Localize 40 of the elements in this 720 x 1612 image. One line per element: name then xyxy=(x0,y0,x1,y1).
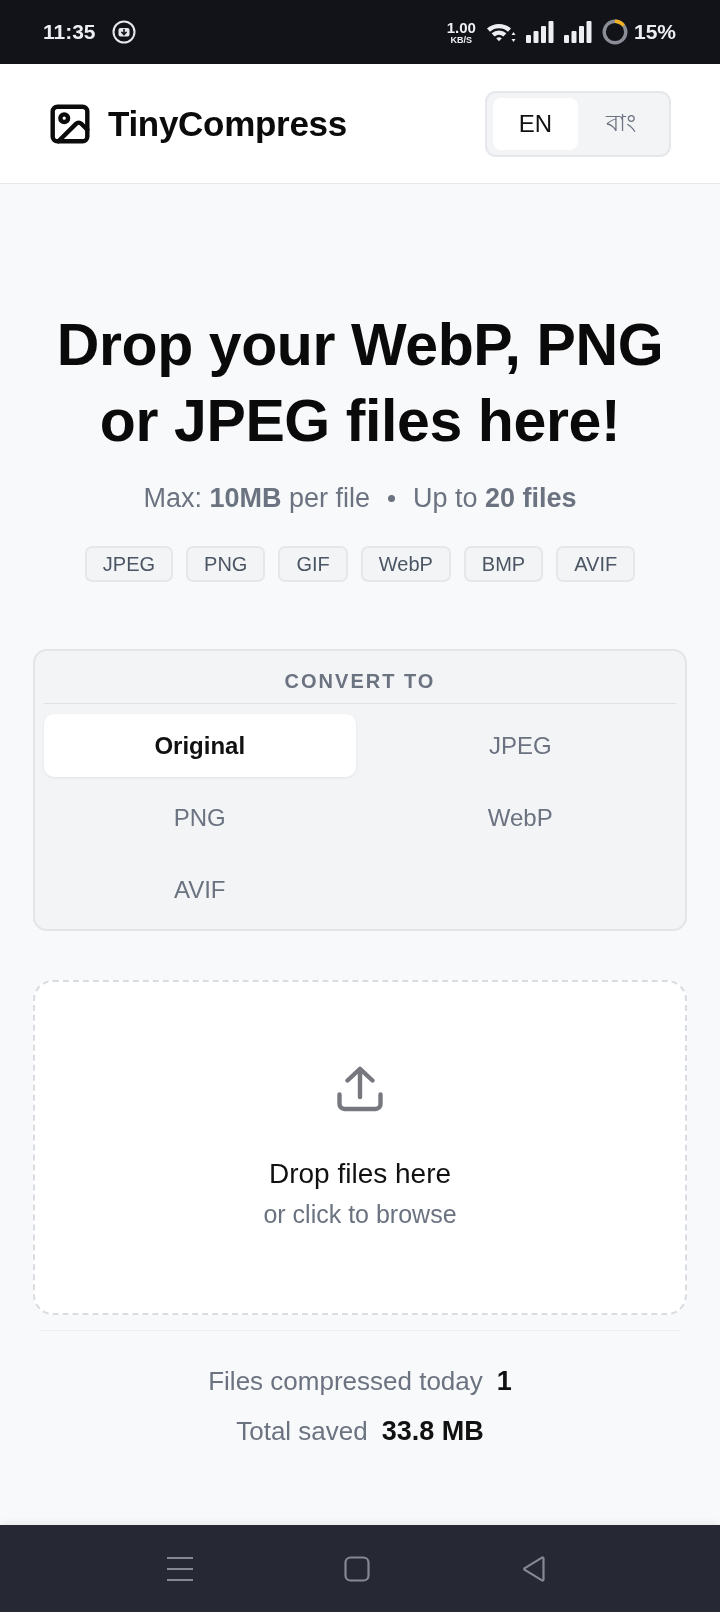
format-tag: GIF xyxy=(278,546,348,582)
battery-percent: 15% xyxy=(633,20,676,44)
format-option[interactable]: WebP xyxy=(364,786,676,849)
back-triangle-icon[interactable] xyxy=(522,1555,546,1582)
format-option[interactable]: Original xyxy=(44,714,356,777)
image-icon xyxy=(50,103,90,144)
drop-zone-hint: or click to browse xyxy=(263,1199,457,1230)
network-speed: 1.00 xyxy=(446,19,476,35)
square-icon[interactable] xyxy=(344,1555,370,1582)
format-tag: BMP xyxy=(463,546,544,582)
format-tag: PNG xyxy=(186,546,266,582)
app-name: TinyCompress xyxy=(108,103,347,144)
download-icon xyxy=(111,20,136,44)
stat-value: 1 xyxy=(496,1365,512,1397)
status-time: 11:35 xyxy=(43,20,96,44)
convert-heading: CONVERT TO xyxy=(44,651,676,704)
battery-ring-icon xyxy=(601,19,628,45)
upload-limit: Max: 10MB per file xyxy=(143,482,370,514)
upload-icon xyxy=(337,1066,383,1112)
format-tag: WebP xyxy=(360,546,451,582)
language-option[interactable]: EN xyxy=(493,97,578,150)
network-speed-unit: KB/S xyxy=(450,35,473,45)
language-option[interactable]: বাং xyxy=(578,97,663,150)
stat-label: Total saved xyxy=(236,1415,368,1447)
separator-dot-icon xyxy=(388,494,395,502)
menu-icon[interactable] xyxy=(166,1555,194,1582)
upload-limit: Up to 20 files xyxy=(413,482,577,514)
stat-label: Files compressed today xyxy=(208,1365,483,1397)
signal-icon xyxy=(563,21,592,43)
wifi-icon xyxy=(485,21,516,43)
signal-icon xyxy=(525,21,554,43)
drop-zone-title: Drop files here xyxy=(268,1157,452,1191)
format-option[interactable]: JPEG xyxy=(364,714,676,777)
format-option[interactable]: AVIF xyxy=(44,858,356,921)
format-option[interactable]: PNG xyxy=(44,786,356,849)
format-tag: AVIF xyxy=(556,546,636,582)
hero-title: Drop your WebP, PNG or JPEG files here! xyxy=(55,311,665,456)
format-tag: JPEG xyxy=(84,546,174,582)
stat-value: 33.8 MB xyxy=(381,1415,484,1447)
drop-zone[interactable]: Drop files here or click to browse xyxy=(33,980,687,1315)
